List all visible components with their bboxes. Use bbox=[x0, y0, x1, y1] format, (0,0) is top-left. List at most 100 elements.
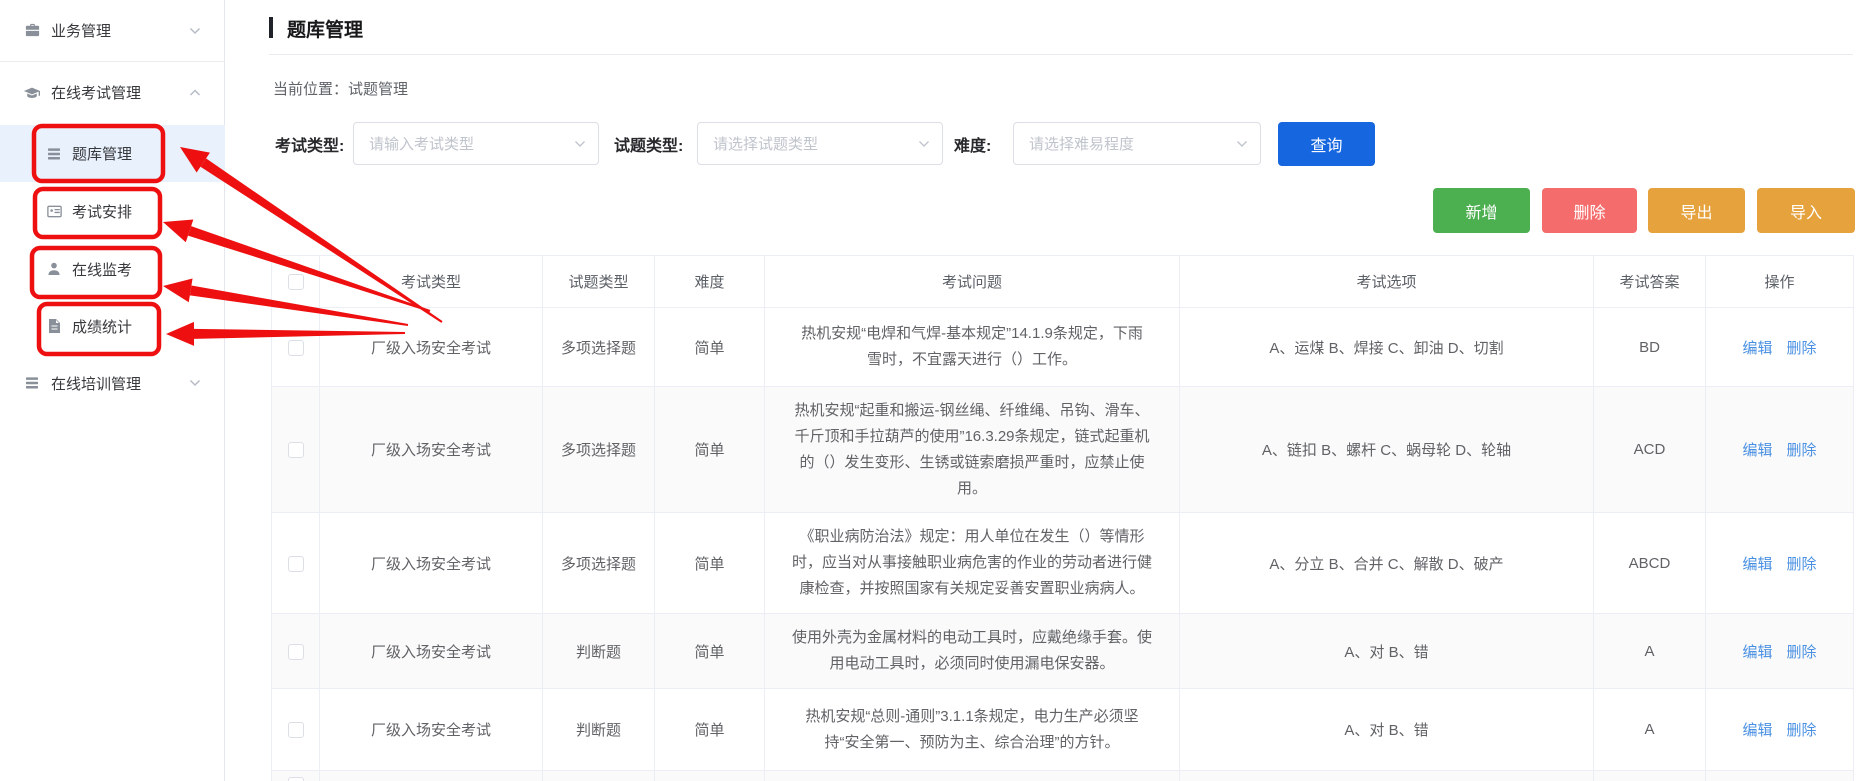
import-button[interactable]: 导入 bbox=[1757, 188, 1855, 233]
document-icon bbox=[45, 317, 63, 335]
sidebar-item-label: 在线监考 bbox=[72, 259, 132, 280]
table-row: 厂级入场安全考试 多项选择题 简单 热机安规“起重和搬运-钢丝绳、纤维绳、吊钩、… bbox=[272, 387, 1854, 513]
cell-exam-type: 厂级入场安全考试 bbox=[320, 689, 543, 771]
row-checkbox[interactable] bbox=[288, 777, 304, 781]
cell-answer: ACD bbox=[1594, 387, 1706, 513]
chevron-down-icon bbox=[574, 135, 586, 153]
table-row: 厂级入场安全考试 多项选择题 简单 热机安规“电焊和气焊-基本规定”14.1.9… bbox=[272, 308, 1854, 387]
table-row: 厂级入场安全考试 多项选择题 简单 《职业病防治法》规定：用人单位在发生（）等情… bbox=[272, 513, 1854, 614]
cell-options: A、对 B、错 bbox=[1180, 614, 1594, 689]
sidebar-item-label: 在线考试管理 bbox=[51, 82, 141, 103]
chevron-down-icon bbox=[918, 135, 930, 153]
sidebar-item-label: 成绩统计 bbox=[72, 316, 132, 337]
cell-options: A、对 B、错 bbox=[1180, 689, 1594, 771]
exam-type-label: 考试类型: bbox=[275, 122, 344, 166]
cell-options: A、链扣 B、螺杆 C、蜗母轮 D、轮轴 bbox=[1180, 387, 1594, 513]
col-difficulty: 难度 bbox=[655, 256, 765, 308]
sidebar-item-label: 题库管理 bbox=[72, 143, 132, 164]
cell-difficulty: 简单 bbox=[655, 689, 765, 771]
title-accent-bar bbox=[269, 17, 273, 38]
row-checkbox[interactable] bbox=[288, 442, 304, 458]
cell-exam-type: 厂级入场安全考试 bbox=[320, 614, 543, 689]
sidebar-item-score-stats[interactable]: 成绩统计 bbox=[0, 298, 225, 354]
page-title: 题库管理 bbox=[287, 15, 363, 42]
edit-link[interactable]: 编辑 bbox=[1742, 340, 1772, 357]
edit-link[interactable]: 编辑 bbox=[1742, 556, 1772, 573]
col-question: 考试问题 bbox=[765, 256, 1180, 308]
cell-question: 热机安规“电焊和气焊-基本规定”14.1.9条规定，下雨 雪时，不宜露天进行（）… bbox=[765, 308, 1180, 387]
cell-question: 热机安规“起重和搬运-钢丝绳、纤维绳、吊钩、滑车、 千斤顶和手拉葫芦的使用”16… bbox=[765, 387, 1180, 513]
row-checkbox[interactable] bbox=[288, 722, 304, 738]
cell-question-type: 多项选择题 bbox=[543, 387, 655, 513]
col-options: 考试选项 bbox=[1180, 256, 1594, 308]
exam-type-placeholder: 请输入考试类型 bbox=[369, 133, 474, 154]
breadcrumb: 当前位置：试题管理 bbox=[273, 78, 408, 99]
exam-type-select[interactable]: 请输入考试类型 bbox=[353, 122, 599, 165]
briefcase-icon bbox=[23, 22, 41, 40]
table-row: 厂级入场安全考试 判断题 简单 使用外壳为金属材料的电动工具时，应戴绝缘手套。使… bbox=[272, 614, 1854, 689]
delete-link[interactable]: 删除 bbox=[1787, 556, 1817, 573]
cell-options: A、运煤 B、焊接 C、卸油 D、切割 bbox=[1180, 308, 1594, 387]
edit-link[interactable]: 编辑 bbox=[1742, 442, 1772, 459]
cell-answer: A bbox=[1594, 689, 1706, 771]
cell-exam-type: 厂级入场安全考试 bbox=[320, 513, 543, 614]
cell-question-type: 判断题 bbox=[543, 689, 655, 771]
list-bars-icon bbox=[23, 374, 41, 392]
delete-link[interactable]: 删除 bbox=[1787, 442, 1817, 459]
col-operation: 操作 bbox=[1706, 256, 1854, 308]
cell-difficulty: 简单 bbox=[655, 513, 765, 614]
delete-button[interactable]: 删除 bbox=[1542, 188, 1637, 233]
user-icon bbox=[45, 260, 63, 278]
question-table: 考试类型 试题类型 难度 考试问题 考试选项 考试答案 操作 厂级入场安全考试 … bbox=[271, 255, 1854, 781]
sidebar-item-question-bank-mgmt[interactable]: 题库管理 bbox=[0, 125, 225, 182]
sidebar-item-online-training-mgmt[interactable]: 在线培训管理 bbox=[0, 354, 225, 412]
col-question-type: 试题类型 bbox=[543, 256, 655, 308]
cell-answer: ABCD bbox=[1594, 513, 1706, 614]
row-checkbox[interactable] bbox=[288, 556, 304, 572]
table-row-partial bbox=[272, 771, 1854, 781]
cell-question-type: 判断题 bbox=[543, 614, 655, 689]
col-exam-type: 考试类型 bbox=[320, 256, 543, 308]
id-card-icon bbox=[45, 202, 63, 220]
question-type-placeholder: 请选择试题类型 bbox=[713, 133, 818, 154]
difficulty-select[interactable]: 请选择难易程度 bbox=[1013, 122, 1261, 165]
cell-exam-type: 厂级入场安全考试 bbox=[320, 387, 543, 513]
sidebar-item-online-proctor[interactable]: 在线监考 bbox=[0, 240, 225, 298]
cell-question: 热机安规“总则-通则”3.1.1条规定，电力生产必须坚 持“安全第一、预防为主、… bbox=[765, 689, 1180, 771]
export-button[interactable]: 导出 bbox=[1648, 188, 1745, 233]
sidebar: 业务管理 在线考试管理 题库管理 考试安排 在线监考 bbox=[0, 0, 225, 781]
select-all-checkbox[interactable] bbox=[288, 274, 304, 290]
sidebar-item-exam-schedule[interactable]: 考试安排 bbox=[0, 182, 225, 240]
chevron-up-icon bbox=[189, 84, 201, 102]
graduation-cap-icon bbox=[23, 84, 41, 102]
header-divider bbox=[269, 54, 1853, 55]
edit-link[interactable]: 编辑 bbox=[1742, 722, 1772, 739]
add-button[interactable]: 新增 bbox=[1433, 188, 1530, 233]
row-checkbox[interactable] bbox=[288, 644, 304, 660]
search-button[interactable]: 查询 bbox=[1278, 122, 1375, 166]
cell-exam-type: 厂级入场安全考试 bbox=[320, 308, 543, 387]
col-answer: 考试答案 bbox=[1594, 256, 1706, 308]
table-row: 厂级入场安全考试 判断题 简单 热机安规“总则-通则”3.1.1条规定，电力生产… bbox=[272, 689, 1854, 771]
sidebar-item-label: 业务管理 bbox=[51, 20, 111, 41]
edit-link[interactable]: 编辑 bbox=[1742, 644, 1772, 661]
sidebar-item-label: 在线培训管理 bbox=[51, 373, 141, 394]
sidebar-item-business-mgmt[interactable]: 业务管理 bbox=[0, 0, 225, 61]
cell-question-type: 多项选择题 bbox=[543, 513, 655, 614]
cell-question-type: 多项选择题 bbox=[543, 308, 655, 387]
question-type-label: 试题类型: bbox=[614, 122, 683, 166]
sidebar-item-label: 考试安排 bbox=[72, 201, 132, 222]
question-type-select[interactable]: 请选择试题类型 bbox=[697, 122, 943, 165]
difficulty-label: 难度: bbox=[954, 122, 991, 166]
cell-question: 《职业病防治法》规定：用人单位在发生（）等情形 时，应当对从事接触职业病危害的作… bbox=[765, 513, 1180, 614]
cell-question: 使用外壳为金属材料的电动工具时，应戴绝缘手套。使 用电动工具时，必须同时使用漏电… bbox=[765, 614, 1180, 689]
delete-link[interactable]: 删除 bbox=[1787, 722, 1817, 739]
chevron-down-icon bbox=[189, 22, 201, 40]
row-checkbox[interactable] bbox=[288, 340, 304, 356]
sidebar-item-online-exam-mgmt[interactable]: 在线考试管理 bbox=[0, 62, 225, 123]
cell-difficulty: 简单 bbox=[655, 308, 765, 387]
cell-difficulty: 简单 bbox=[655, 387, 765, 513]
delete-link[interactable]: 删除 bbox=[1787, 644, 1817, 661]
delete-link[interactable]: 删除 bbox=[1787, 340, 1817, 357]
cell-options: A、分立 B、合并 C、解散 D、破产 bbox=[1180, 513, 1594, 614]
